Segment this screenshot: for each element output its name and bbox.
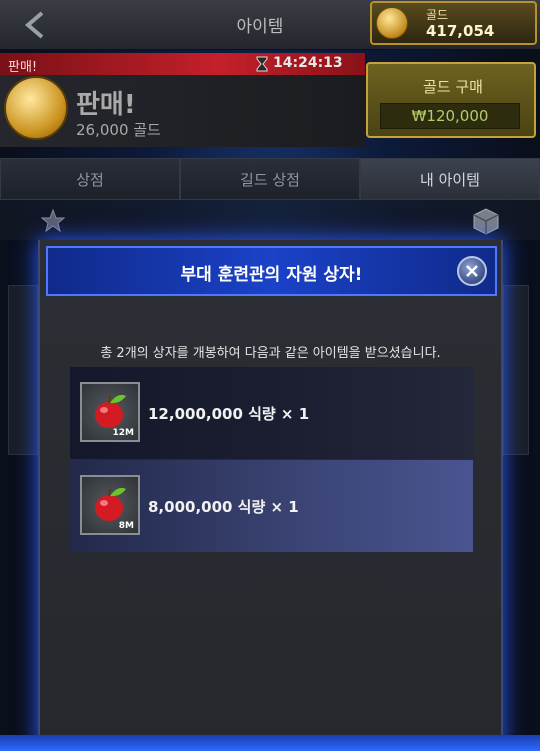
- gold-coin-icon: [4, 76, 68, 140]
- dialog-description: 총 2개의 상자를 개봉하여 다음과 같은 아이템을 받으셨습니다.: [100, 346, 441, 361]
- gold-coin-icon: [376, 7, 408, 39]
- back-button[interactable]: [18, 8, 52, 42]
- item-text: 8,000,000 식량 × 1: [148, 498, 299, 516]
- bottom-glow: [0, 735, 540, 751]
- background-panel: [8, 285, 38, 455]
- sale-timer: 14:24:13: [273, 55, 343, 71]
- sale-strip: 판매! 14:24:13: [0, 53, 365, 75]
- box-icon[interactable]: [470, 206, 502, 236]
- close-icon: [466, 265, 478, 277]
- star-icon[interactable]: [40, 208, 66, 234]
- item-text: 12,000,000 식량 × 1: [148, 405, 310, 423]
- item-qty-badge: 8M: [118, 521, 134, 531]
- tab-my-items[interactable]: 내 아이템: [360, 158, 540, 200]
- buy-gold-label: 골드 구매: [423, 78, 483, 96]
- gold-balance: 골드 417,054: [370, 1, 537, 45]
- item-qty-badge: 12M: [112, 428, 134, 438]
- hourglass-icon: [256, 56, 268, 72]
- apple-icon: [95, 487, 126, 521]
- sale-strip-label: 판매!: [8, 60, 38, 75]
- page-title: 아이템: [236, 17, 284, 37]
- background-panel: [503, 285, 529, 455]
- dialog-header: 부대 훈련관의 자원 상자!: [46, 246, 497, 296]
- dialog-title: 부대 훈련관의 자원 상자!: [180, 265, 363, 285]
- tab-bar: 상점 길드 상점 내 아이템: [0, 158, 540, 200]
- back-arrow-icon: [24, 11, 44, 39]
- reward-item: 8M 8,000,000 식량 × 1: [70, 460, 473, 552]
- reward-dialog: 부대 훈련관의 자원 상자! 총 2개의 상자를 개봉하여 다음과 같은 아이템…: [38, 240, 503, 751]
- buy-gold-button[interactable]: 골드 구매 ₩120,000: [366, 62, 536, 138]
- item-slot: 8M: [80, 475, 140, 535]
- close-button[interactable]: [457, 256, 487, 286]
- gold-value: 417,054: [426, 22, 495, 40]
- apple-icon: [95, 394, 126, 428]
- reward-item: 12M 12,000,000 식량 × 1: [70, 367, 473, 459]
- buy-gold-price: ₩120,000: [380, 103, 520, 129]
- inventory-screen: 아이템 골드 417,054 판매! 14:24:13 판매! 26,000 골…: [0, 0, 540, 751]
- filter-row: [0, 200, 540, 240]
- tab-shop[interactable]: 상점: [0, 158, 180, 200]
- sale-title: 판매!: [76, 90, 136, 120]
- sale-subtitle: 26,000 골드: [76, 121, 161, 139]
- item-slot: 12M: [80, 382, 140, 442]
- gold-label: 골드: [426, 8, 449, 22]
- top-bar: 아이템 골드 417,054: [0, 0, 540, 50]
- tab-guild-shop[interactable]: 길드 상점: [180, 158, 360, 200]
